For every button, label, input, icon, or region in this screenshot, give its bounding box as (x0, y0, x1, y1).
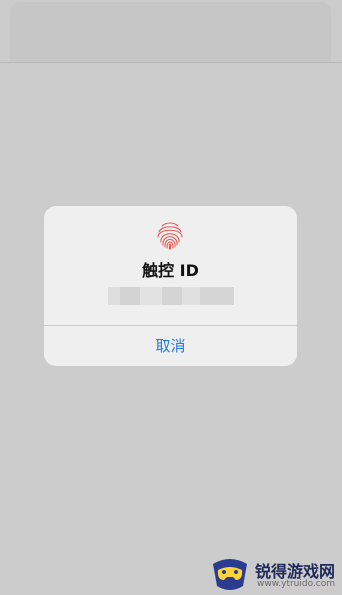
touch-id-alert: 触控 ID 取消 (44, 206, 297, 366)
watermark-url: www.ytruido.com (257, 579, 336, 589)
screen: 触控 ID 取消 锐得游戏网 www.ytruido.com (0, 0, 342, 595)
alert-title: 触控 ID (142, 261, 199, 280)
watermark: 锐得游戏网 www.ytruido.com (205, 548, 342, 595)
cancel-button[interactable]: 取消 (44, 326, 297, 366)
alert-body: 触控 ID (44, 206, 297, 325)
controller-logo-icon (213, 559, 247, 590)
sheet-divider (0, 62, 342, 63)
fingerprint-icon (157, 222, 183, 250)
background-sheet (10, 2, 331, 62)
blurred-subtitle (108, 287, 234, 305)
